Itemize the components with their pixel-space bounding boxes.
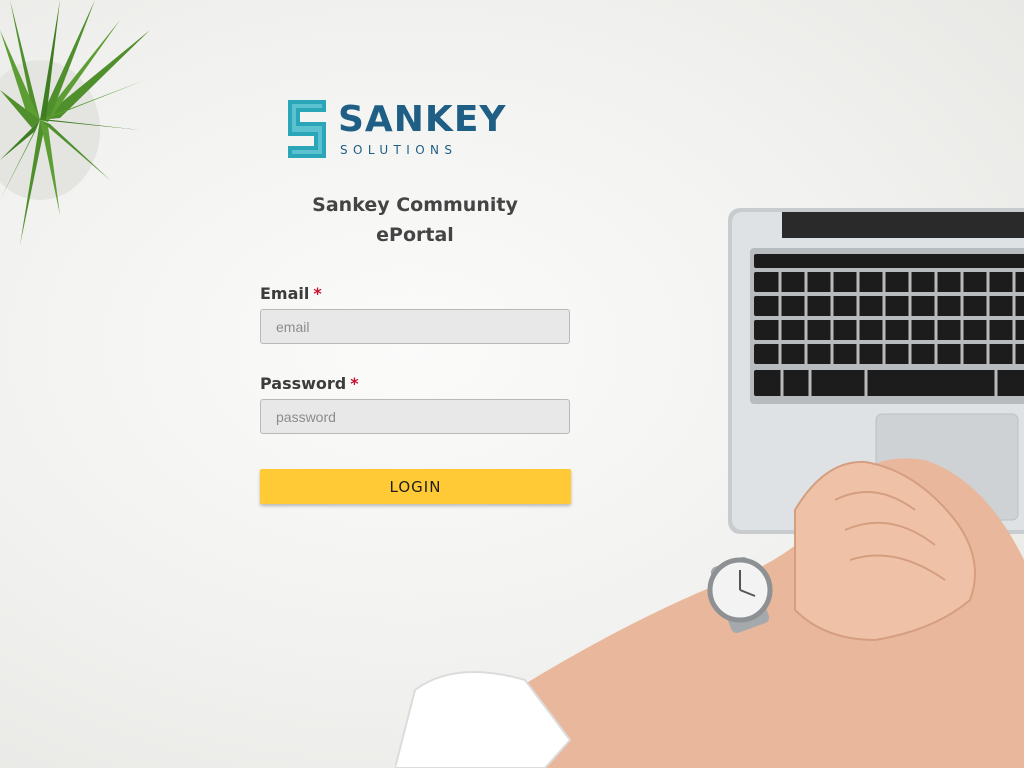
portal-title-line2: ePortal [376, 224, 454, 246]
sankey-logo: SANKEY SOLUTIONS [284, 96, 546, 162]
brand-name: SANKEY [338, 99, 507, 140]
portal-title: Sankey Community ePortal [260, 190, 570, 250]
email-label: Email * [260, 284, 322, 304]
email-label-text: Email [260, 284, 310, 303]
password-required-mark: * [350, 374, 359, 393]
brand-tagline: SOLUTIONS [340, 143, 458, 157]
login-page: SANKEY SOLUTIONS Sankey Community ePorta… [0, 0, 1024, 768]
plant-icon [0, 0, 150, 245]
email-required-mark: * [313, 284, 322, 303]
password-input[interactable] [260, 399, 570, 434]
portal-title-line1: Sankey Community [312, 194, 518, 216]
email-input[interactable] [260, 309, 570, 344]
password-label: Password * [260, 374, 359, 394]
password-label-text: Password [260, 374, 347, 393]
login-button[interactable]: LOGIN [260, 469, 571, 504]
sankey-logo-mark-icon [288, 100, 326, 158]
